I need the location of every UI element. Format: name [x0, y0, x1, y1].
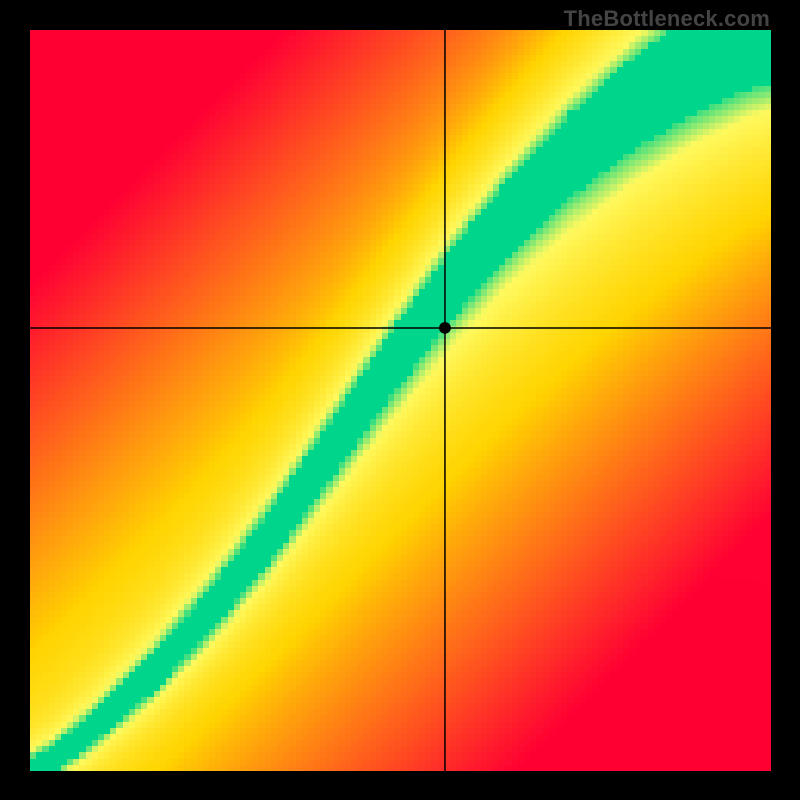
watermark-text: TheBottleneck.com: [564, 6, 770, 32]
heatmap-canvas: [30, 30, 771, 771]
chart-frame: TheBottleneck.com: [0, 0, 800, 800]
